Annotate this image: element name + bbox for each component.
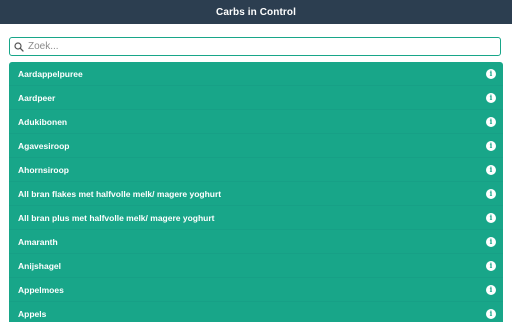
list-item-label: All bran plus met halfvolle melk/ magere… (18, 212, 215, 223)
info-icon[interactable]: i (486, 164, 496, 175)
list-item[interactable]: Appels i (9, 302, 503, 322)
app-header: Carbs in Control (0, 0, 512, 24)
info-icon[interactable]: i (486, 212, 496, 223)
list-item-label: Amaranth (18, 236, 58, 247)
list-item[interactable]: Amaranth i (9, 230, 503, 254)
info-icon[interactable]: i (486, 116, 496, 127)
list-item[interactable]: Ahornsiroop i (9, 158, 503, 182)
list-item-label: All bran flakes met halfvolle melk/ mage… (18, 188, 222, 199)
list-item[interactable]: Appelmoes i (9, 278, 503, 302)
info-icon[interactable]: i (486, 308, 496, 319)
list-item[interactable]: All bran flakes met halfvolle melk/ mage… (9, 182, 503, 206)
list-item[interactable]: Adukibonen i (9, 110, 503, 134)
search-input[interactable] (28, 38, 488, 55)
list-item[interactable]: Agavesiroop i (9, 134, 503, 158)
list-item-label: Appelmoes (18, 284, 64, 295)
list-item-label: Adukibonen (18, 116, 68, 127)
info-icon[interactable]: i (486, 68, 496, 79)
info-icon[interactable]: i (486, 284, 496, 295)
list-item-label: Agavesiroop (18, 140, 70, 151)
search-icon (12, 40, 26, 54)
list-item-label: Appels (18, 308, 47, 319)
list-item[interactable]: Aardpeer i (9, 86, 503, 110)
food-list: Aardappelpuree i Aardpeer i Adukibonen i Agave… (9, 62, 503, 322)
info-icon[interactable]: i (486, 188, 496, 199)
list-item[interactable]: Anijshagel i (9, 254, 503, 278)
info-icon[interactable]: i (486, 260, 496, 271)
list-item[interactable]: All bran plus met halfvolle melk/ magere… (9, 206, 503, 230)
list-item-label: Aardappelpuree (18, 68, 83, 79)
list-item-label: Anijshagel (18, 260, 61, 271)
list-item-label: Ahornsiroop (18, 164, 69, 175)
search-bar[interactable] (9, 37, 501, 56)
app-title: Carbs in Control (216, 6, 296, 18)
info-icon[interactable]: i (486, 140, 496, 151)
list-item[interactable]: Aardappelpuree i (9, 62, 503, 86)
info-icon[interactable]: i (486, 92, 496, 103)
info-icon[interactable]: i (486, 236, 496, 247)
list-item-label: Aardpeer (18, 92, 56, 103)
